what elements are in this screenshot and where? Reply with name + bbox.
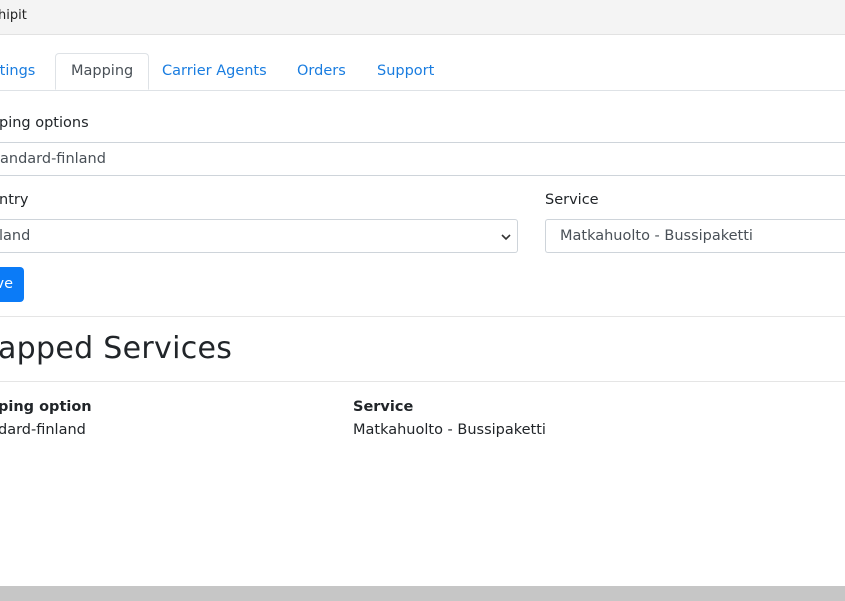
row-shipping-option: dard-finland	[0, 422, 86, 438]
country-select[interactable]: land	[0, 219, 518, 253]
shipping-options-input[interactable]: andard-finland	[0, 142, 845, 176]
tab-mapping[interactable]: Mapping	[55, 53, 150, 90]
service-label: Service	[545, 192, 599, 208]
service-select[interactable]: Matkahuolto - Bussipaketti	[545, 219, 845, 253]
mapped-services-title: apped Services	[0, 331, 233, 366]
country-label: ntry	[0, 192, 29, 208]
column-header-shipping-option: ping option	[0, 399, 92, 415]
save-button-label: ve	[0, 276, 13, 292]
column-header-service: Service	[353, 399, 414, 415]
tab-carrier-agents[interactable]: Carrier Agents	[162, 53, 267, 90]
row-service: Matkahuolto - Bussipaketti	[353, 422, 546, 438]
chevron-down-icon	[501, 234, 511, 241]
window-titlebar: hipit	[0, 0, 845, 35]
tab-orders[interactable]: Orders	[297, 53, 346, 90]
horizontal-scrollbar[interactable]	[0, 586, 845, 601]
tab-settings[interactable]: ttings	[0, 53, 35, 90]
shipping-options-value: andard-finland	[0, 151, 106, 167]
shipping-options-label: ping options	[0, 115, 89, 131]
tab-bar: ttings Mapping Carrier Agents Orders Sup…	[0, 53, 845, 91]
country-value: land	[0, 228, 31, 244]
window-title: hipit	[0, 8, 27, 23]
tab-support[interactable]: Support	[377, 53, 434, 90]
divider	[0, 316, 845, 317]
save-button[interactable]: ve	[0, 267, 24, 302]
service-value: Matkahuolto - Bussipaketti	[560, 228, 753, 244]
divider	[0, 381, 845, 382]
